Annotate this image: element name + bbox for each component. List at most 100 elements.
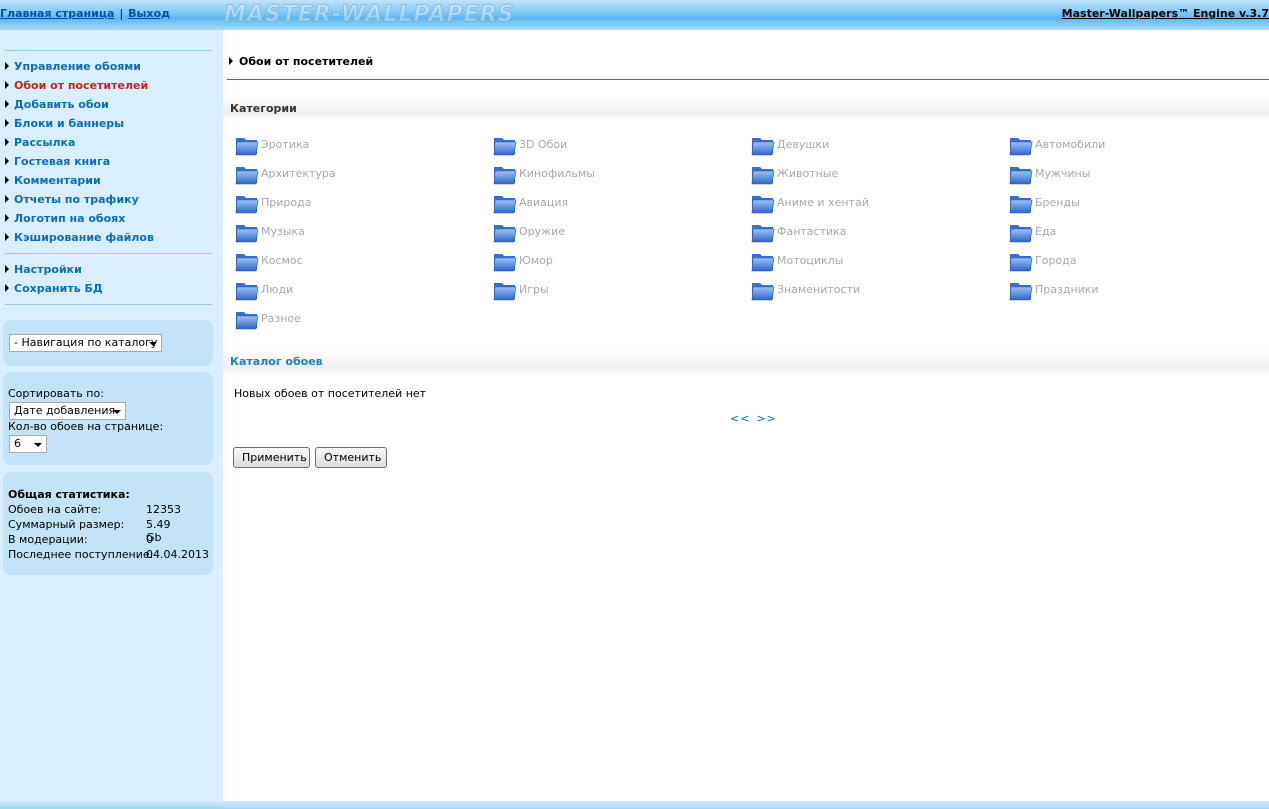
folder-icon	[751, 134, 777, 156]
sidebar-item-label: Гостевая книга	[14, 155, 111, 168]
category-label: Кинофильмы	[519, 167, 595, 180]
pager-prev[interactable]: <<	[730, 412, 750, 425]
sidebar-item[interactable]: Комментарии	[5, 171, 154, 190]
category-item[interactable]: Люди	[235, 275, 293, 304]
category-label: Мужчины	[1035, 167, 1091, 180]
sidebar-item[interactable]: Обои от посетителей	[5, 76, 154, 95]
folder-icon	[235, 279, 261, 301]
category-item[interactable]: Эротика	[235, 130, 309, 159]
category-item[interactable]: Знаменитости	[751, 275, 860, 304]
category-item[interactable]: Игры	[493, 275, 549, 304]
category-item[interactable]: Космос	[235, 246, 303, 275]
folder-icon	[1009, 279, 1035, 301]
category-label: Авиация	[519, 196, 569, 209]
folder-icon	[235, 163, 261, 185]
brand-link[interactable]: Master-Wallpapers™ Engine v.3.7	[1062, 7, 1269, 20]
sidebar-item[interactable]: Управление обоями	[5, 57, 154, 76]
category-item[interactable]: Еда	[1009, 217, 1056, 246]
category-item[interactable]: Аниме и хентай	[751, 188, 869, 217]
sidebar-item-label: Настройки	[14, 263, 82, 276]
bottom-bar	[0, 801, 1269, 809]
category-item[interactable]: Мужчины	[1009, 159, 1090, 188]
category-item[interactable]: Разное	[235, 304, 301, 333]
category-item[interactable]: Авиация	[493, 188, 568, 217]
top-bar: Главная страница | Выход MASTER-WALLPAPERS…	[0, 0, 1269, 30]
category-label: Автомобили	[1035, 138, 1106, 151]
triangle-right-icon	[5, 265, 9, 273]
stat-row: Последнее поступление: 04.04.2013	[8, 548, 209, 561]
stat-label: Последнее поступление:	[8, 548, 154, 561]
triangle-right-icon	[5, 214, 9, 222]
apply-button[interactable]: Применить	[233, 447, 310, 468]
folder-icon	[751, 279, 777, 301]
stat-label: В модерации:	[8, 533, 88, 546]
category-item[interactable]: 3D Обои	[493, 130, 567, 159]
catalog-nav-select[interactable]: - Навигация по каталогу	[9, 334, 162, 352]
sidebar-item[interactable]: Блоки и баннеры	[5, 114, 154, 133]
category-item[interactable]: Музыка	[235, 217, 305, 246]
category-item[interactable]: Архитектура	[235, 159, 336, 188]
home-link[interactable]: Главная страница	[0, 7, 114, 20]
category-item[interactable]: Оружие	[493, 217, 565, 246]
sidebar-item-label: Блоки и баннеры	[14, 117, 125, 130]
sidebar-item-label: Кэширование файлов	[14, 231, 154, 244]
category-item[interactable]: Праздники	[1009, 275, 1099, 304]
folder-icon	[493, 279, 519, 301]
sidebar-item[interactable]: Отчеты по трафику	[5, 190, 154, 209]
divider	[227, 79, 1269, 80]
category-label: Еда	[1035, 225, 1057, 238]
category-item[interactable]: Природа	[235, 188, 311, 217]
folder-icon	[235, 192, 261, 214]
category-label: Юмор	[519, 254, 553, 267]
triangle-right-icon	[5, 81, 9, 89]
category-item[interactable]: Девушки	[751, 130, 829, 159]
chevron-down-icon	[149, 342, 157, 346]
folder-icon	[235, 134, 261, 156]
nav-panel: - Навигация по каталогу	[3, 320, 213, 366]
catalog-header: Каталог обоев	[223, 350, 1269, 374]
category-item[interactable]: Кинофильмы	[493, 159, 595, 188]
triangle-right-icon	[229, 57, 233, 65]
category-label: Бренды	[1035, 196, 1080, 209]
sidebar-item[interactable]: Кэширование файлов	[5, 228, 154, 247]
sidebar-item[interactable]: Логотип на обоях	[5, 209, 154, 228]
category-label: Животные	[777, 167, 839, 180]
stats-title: Общая статистика:	[8, 488, 130, 501]
category-label: Города	[1035, 254, 1077, 267]
empty-message: Новых обоев от посетителей нет	[234, 387, 427, 400]
divider	[5, 253, 212, 254]
link-separator: |	[119, 7, 124, 20]
sidebar-item[interactable]: Добавить обои	[5, 95, 154, 114]
cancel-button[interactable]: Отменить	[315, 447, 387, 468]
category-item[interactable]: Бренды	[1009, 188, 1080, 217]
category-label: 3D Обои	[519, 138, 568, 151]
stat-value: 04.04.2013	[146, 548, 209, 561]
logout-link[interactable]: Выход	[128, 7, 170, 20]
stat-row: Суммарный размер: 5.49 Gb	[8, 518, 171, 544]
category-item[interactable]: Животные	[751, 159, 838, 188]
category-item[interactable]: Юмор	[493, 246, 553, 275]
folder-icon	[235, 250, 261, 272]
chevron-down-icon	[113, 410, 121, 414]
folder-icon	[235, 308, 261, 330]
per-page-select[interactable]: 6	[9, 435, 47, 453]
sidebar-item[interactable]: Гостевая книга	[5, 152, 154, 171]
sort-select-value: Дате добавления	[14, 404, 116, 417]
sidebar-item[interactable]: Сохранить БД	[5, 279, 103, 298]
triangle-right-icon	[5, 233, 9, 241]
category-label: Архитектура	[261, 167, 336, 180]
sort-panel: Сортировать по: Дате добавления Кол-во о…	[3, 372, 213, 465]
category-item[interactable]: Автомобили	[1009, 130, 1105, 159]
sidebar-item-label: Комментарии	[14, 174, 101, 187]
pager-next[interactable]: >>	[756, 412, 776, 425]
category-item[interactable]: Фантастика	[751, 217, 847, 246]
category-item[interactable]: Мотоциклы	[751, 246, 843, 275]
breadcrumb: Обои от посетителей	[229, 55, 373, 68]
sort-select[interactable]: Дате добавления	[9, 402, 126, 420]
category-item[interactable]: Города	[1009, 246, 1077, 275]
folder-icon	[1009, 163, 1035, 185]
sidebar-item[interactable]: Настройки	[5, 260, 103, 279]
divider	[5, 304, 212, 305]
sidebar: Управление обоями Обои от посетителей Доба…	[0, 30, 223, 809]
sidebar-item[interactable]: Рассылка	[5, 133, 154, 152]
